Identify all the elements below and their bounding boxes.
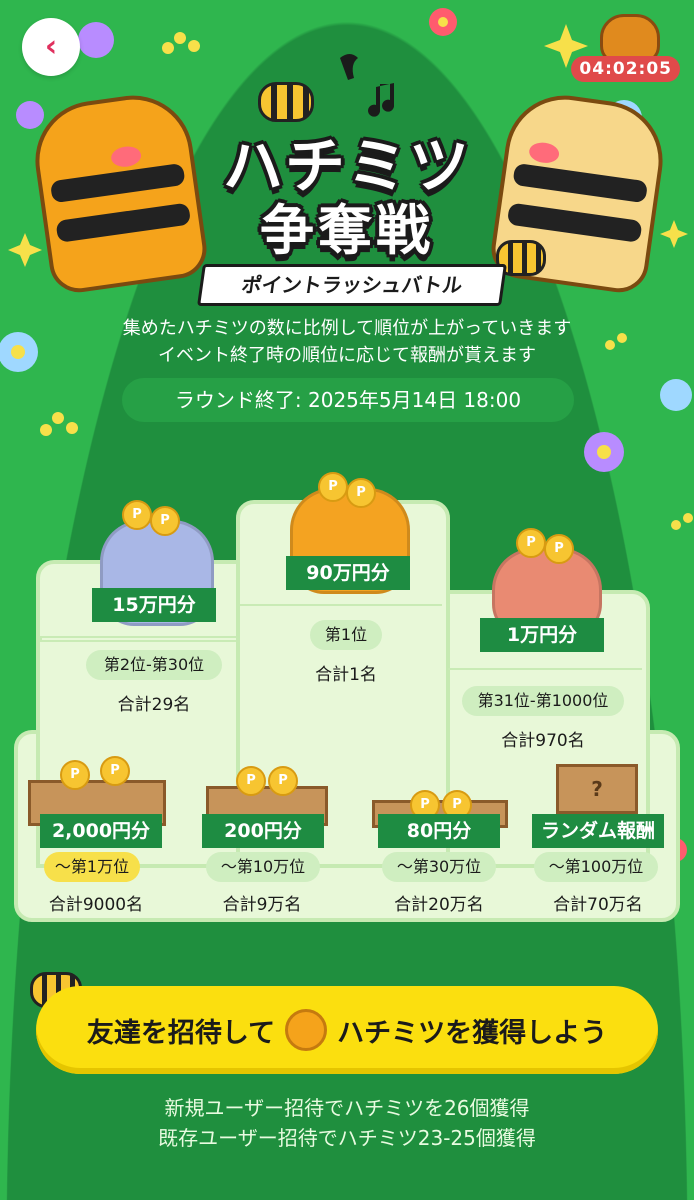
description-line: 集めたハチミツの数に比例して順位が上がっていきます — [122, 318, 572, 339]
chevron-left-icon: ‹ — [44, 29, 58, 64]
event-title-line2: 争奪戦 — [260, 199, 434, 262]
prize-ribbon-second: 15万円分 — [82, 588, 226, 628]
divider — [40, 636, 236, 638]
winner-count: 合計1名 — [315, 665, 377, 685]
page: { "header": { "timer": "04:02:05" }, "ti… — [0, 0, 694, 1200]
prize-ribbon-third: 1万円分 — [470, 618, 614, 658]
coin-icon: P — [318, 472, 348, 502]
prize-ribbon: 2,000円分 — [30, 814, 172, 854]
honey-dipper-icon — [285, 1009, 328, 1051]
winner-count: 合計970名 — [501, 731, 585, 751]
mystery-box-icon: ? — [556, 764, 638, 814]
coin-icon: P — [122, 500, 152, 530]
coin-icon: P — [346, 478, 376, 508]
divider — [240, 604, 442, 606]
description-line: イベント終了時の順位に応じて報酬が貰えます — [158, 345, 536, 366]
rank-pill: 第2位-第30位 — [86, 650, 222, 680]
coin-icon: P — [100, 756, 130, 786]
invite-friends-button[interactable]: 友達を招待して ハチミツを獲得しよう — [36, 986, 658, 1074]
rank-pill: 〜第100万位 — [534, 852, 658, 882]
prize-ribbon: 80円分 — [368, 814, 510, 854]
winner-count: 合計70万名 — [553, 895, 643, 915]
rank-pill: 第1位 — [310, 620, 382, 650]
winner-count: 合計20万名 — [394, 895, 484, 915]
coin-icon: P — [544, 534, 574, 564]
invite-info-line: 新規ユーザー招待でハチミツを26個獲得 — [164, 1096, 530, 1120]
back-button[interactable]: ‹ — [22, 18, 80, 76]
divider — [448, 668, 642, 670]
coin-icon: P — [516, 528, 546, 558]
prize-ribbon: 200円分 — [192, 814, 334, 854]
cta-label-before: 友達を招待して — [86, 1017, 276, 1049]
coin-icon: P — [60, 760, 90, 790]
rank-pill: 〜第10万位 — [206, 852, 320, 882]
prize-ribbon-first: 90万円分 — [276, 556, 420, 596]
coin-icon: P — [268, 766, 298, 796]
event-subtitle: ポイントラッシュバトル — [197, 264, 507, 306]
winner-count: 合計29名 — [117, 695, 191, 715]
rank-pill: 〜第1万位 — [44, 852, 140, 882]
rank-pill: 第31位-第1000位 — [462, 686, 624, 716]
winner-count: 合計9万名 — [222, 895, 302, 915]
winner-count: 合計9000名 — [48, 895, 144, 915]
bee-icon — [258, 82, 314, 122]
invite-info-line: 既存ユーザー招待でハチミツ23-25個獲得 — [158, 1126, 536, 1150]
prize-ribbon: ランダム報酬 — [522, 814, 674, 854]
coin-icon: P — [236, 766, 266, 796]
rank-pill: 〜第30万位 — [382, 852, 496, 882]
coin-icon: P — [150, 506, 180, 536]
round-end-badge: ラウンド終了: 2025年5月14日 18:00 — [122, 378, 574, 422]
countdown-timer: 04:02:05 — [571, 56, 680, 82]
cta-label-after: ハチミツを獲得しよう — [337, 1017, 608, 1049]
